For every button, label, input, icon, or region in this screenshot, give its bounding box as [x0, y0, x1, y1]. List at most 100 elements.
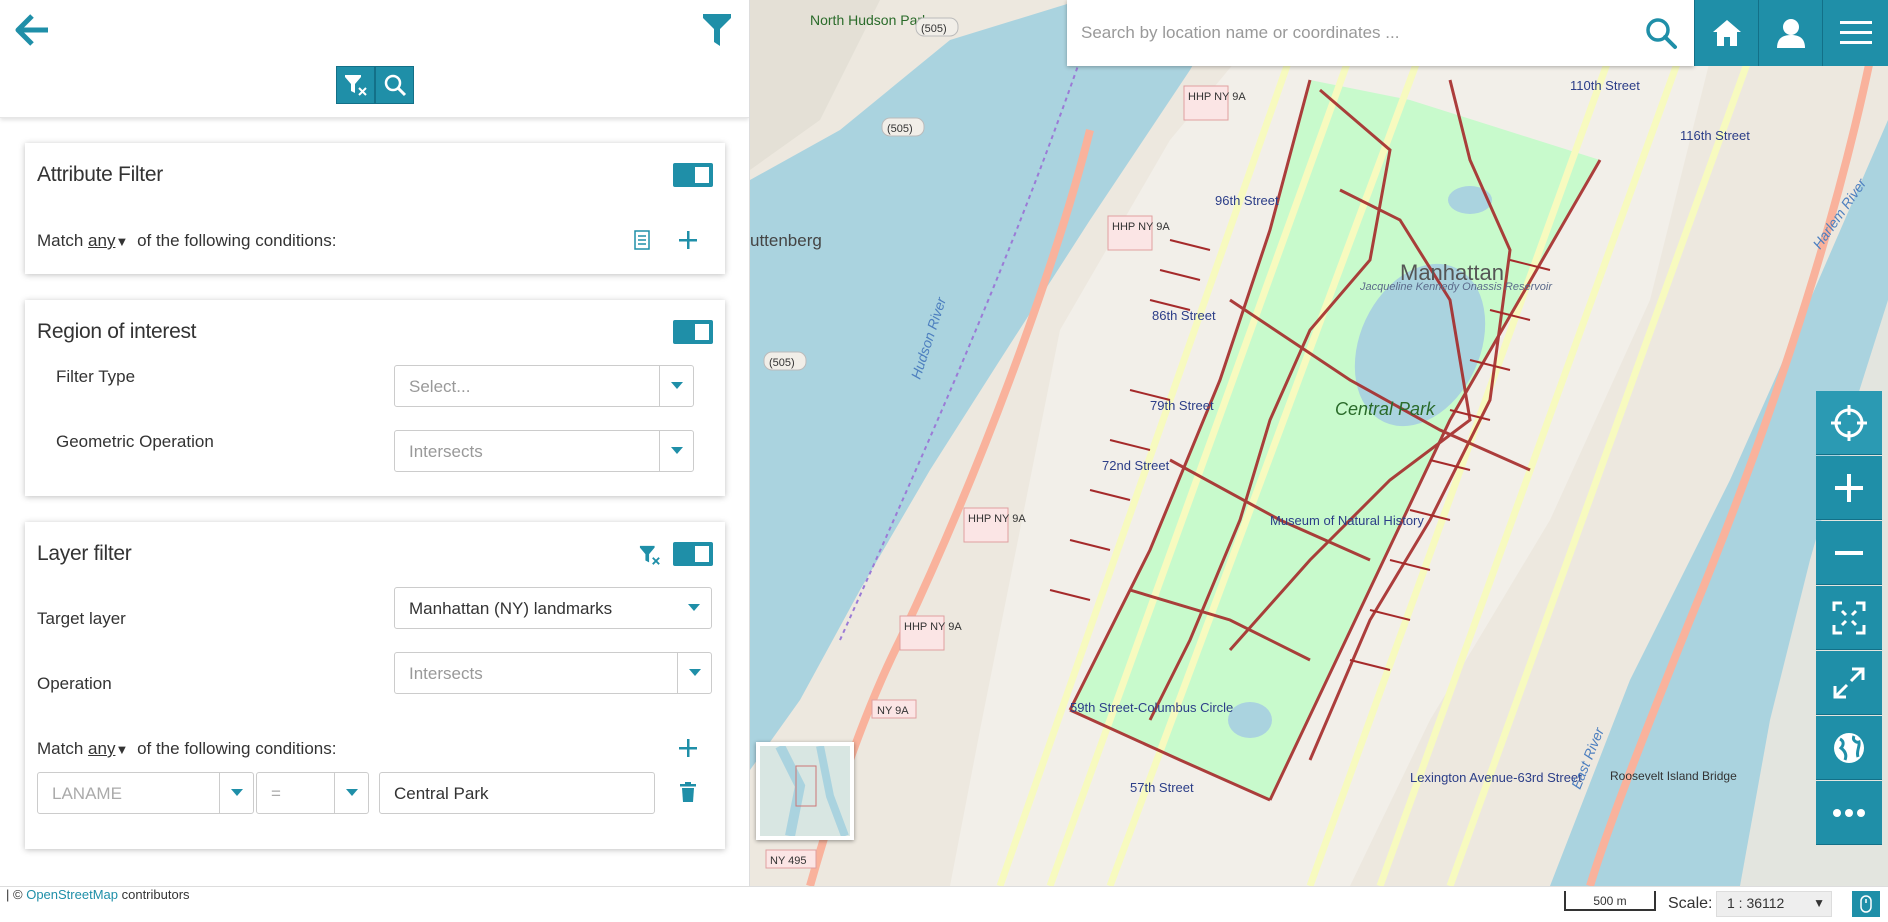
geometric-operation-select[interactable]: Intersects [394, 430, 694, 472]
map-label-116th: 116th Street [1680, 128, 1750, 143]
scale-select[interactable]: 1 : 36112 ▼ [1716, 891, 1832, 917]
region-of-interest-card: Region of interest Filter Type Select...… [25, 300, 725, 496]
layer-filter-toggle[interactable] [673, 542, 713, 566]
map-label-59th: 59th Street-Columbus Circle [1070, 700, 1233, 715]
filter-type-value: Select... [409, 377, 471, 396]
user-button[interactable] [1758, 0, 1822, 66]
map-shield-hhp-4: HHP NY 9A [904, 621, 962, 633]
arrow-left-icon [15, 14, 48, 46]
expand-icon [1833, 667, 1865, 698]
attribute-filter-title: Attribute Filter [37, 163, 163, 186]
map-label-roosevelt-bridge: Roosevelt Island Bridge [1610, 769, 1737, 783]
delete-condition-button[interactable] [673, 777, 703, 807]
zoom-in-button[interactable] [1816, 456, 1882, 520]
menu-button[interactable] [1822, 0, 1888, 66]
panel-toolbar [336, 66, 414, 104]
funnel-clear-icon [639, 545, 660, 565]
caret-down-icon: ▼ [1813, 896, 1825, 910]
more-options-button[interactable] [1816, 781, 1882, 845]
hamburger-icon [1839, 21, 1872, 44]
attribute-filter-toggle[interactable] [673, 163, 713, 187]
clear-layer-filter-button[interactable] [635, 540, 665, 570]
map-shield-505-1: (505) [921, 23, 947, 35]
match-mode-select[interactable]: any [88, 231, 115, 250]
home-button[interactable] [1694, 0, 1758, 66]
mouse-icon [1860, 895, 1872, 913]
attribute-match-text: Match any▼ of the following conditions: [37, 231, 336, 251]
search-input[interactable] [1081, 18, 1621, 48]
map-label-57th: 57th Street [1130, 780, 1194, 795]
region-of-interest-title: Region of interest [37, 320, 197, 343]
add-condition-button[interactable] [673, 225, 703, 255]
reset-filter-button[interactable] [336, 66, 375, 104]
attribution-prefix: | © [6, 887, 23, 902]
map-label-north-hudson: North Hudson Park [810, 12, 930, 28]
condition-attribute-select[interactable]: LANAME [37, 772, 254, 814]
apply-search-button[interactable] [375, 66, 414, 104]
attribution-suffix: contributors [121, 887, 190, 902]
scale-bar: 500 m [1564, 891, 1656, 911]
chevron-down-icon: ▼ [115, 234, 129, 249]
filter-toggle-button[interactable] [702, 12, 736, 52]
chevron-down-icon [677, 588, 711, 628]
map-shield-hhp-1: HHP NY 9A [1188, 91, 1246, 103]
match-prefix: Match [37, 739, 84, 758]
background-selector-button[interactable] [1816, 716, 1882, 780]
list-icon [634, 230, 650, 250]
map-label-lexington: Lexington Avenue-63rd Street [1410, 770, 1582, 785]
scale-label: Scale: [1668, 895, 1713, 912]
locate-button[interactable] [1816, 391, 1882, 455]
fullscreen-button[interactable] [1816, 651, 1882, 715]
funnel-clear-icon [344, 75, 367, 96]
openstreetmap-link[interactable]: OpenStreetMap [26, 887, 118, 902]
layer-filter-card: Layer filter Target layer Manhattan (NY)… [25, 522, 725, 849]
map-label-72nd: 72nd Street [1102, 458, 1170, 473]
overview-map[interactable] [756, 742, 854, 840]
target-layer-select[interactable]: Manhattan (NY) landmarks [394, 587, 712, 629]
map-label-96th: 96th Street [1215, 193, 1279, 208]
filter-panel: Attribute Filter Match any▼ of the follo… [0, 0, 750, 886]
plus-icon [679, 739, 697, 757]
condition-attribute-value: LANAME [52, 784, 122, 803]
condition-value-input[interactable]: Central Park [379, 772, 655, 814]
mouse-position-button[interactable] [1852, 891, 1880, 917]
scale-value: 1 : 36112 [1727, 895, 1785, 911]
map-attribution: | © OpenStreetMap contributors [6, 887, 190, 902]
trash-icon [680, 782, 696, 802]
match-suffix: of the following conditions: [137, 739, 337, 758]
crosshair-icon [1831, 404, 1867, 441]
map-label-79th: 79th Street [1150, 398, 1214, 413]
map-shield-hhp-2: HHP NY 9A [1112, 221, 1170, 233]
group-conditions-button[interactable] [627, 225, 657, 255]
attribute-filter-card: Attribute Filter Match any▼ of the follo… [25, 143, 725, 274]
plus-icon [679, 231, 697, 249]
geometric-operation-label: Geometric Operation [56, 432, 214, 451]
layer-filter-title: Layer filter [37, 542, 132, 565]
match-suffix: of the following conditions: [137, 231, 337, 250]
operation-value: Intersects [409, 664, 483, 683]
filter-type-select[interactable]: Select... [394, 365, 694, 407]
map-shield-505-3: (505) [769, 357, 795, 369]
chevron-down-icon [219, 773, 253, 813]
map-shield-505-2: (505) [887, 123, 913, 135]
add-layer-condition-button[interactable] [673, 733, 703, 763]
zoom-to-extent-button[interactable] [1816, 586, 1882, 650]
region-of-interest-toggle[interactable] [673, 320, 713, 344]
search-button[interactable] [1628, 0, 1694, 66]
chevron-down-icon [677, 653, 711, 693]
map-canvas[interactable]: Jacqueline Kennedy Onassis Reservoir 72n… [750, 0, 1888, 886]
geometric-operation-value: Intersects [409, 442, 483, 461]
search-icon [384, 74, 406, 97]
target-layer-value: Manhattan (NY) landmarks [409, 599, 613, 618]
back-button[interactable] [14, 12, 54, 52]
plus-icon [1835, 473, 1863, 502]
condition-operator-select[interactable]: = [256, 772, 369, 814]
map-shield-ny495: NY 495 [770, 855, 807, 867]
zoom-out-button[interactable] [1816, 521, 1882, 585]
layer-match-text: Match any▼ of the following conditions: [37, 739, 336, 759]
layer-match-mode-select[interactable]: any [88, 739, 115, 758]
scale-bar-label: 500 m [1593, 894, 1627, 908]
chevron-down-icon [659, 431, 693, 471]
chevron-down-icon [334, 773, 368, 813]
operation-select[interactable]: Intersects [394, 652, 712, 694]
